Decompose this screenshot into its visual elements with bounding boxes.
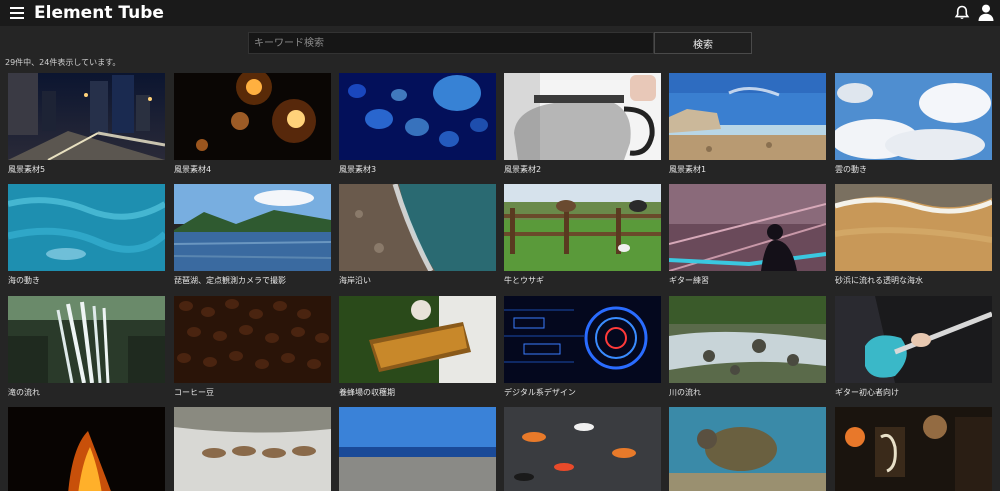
video-thumbnail[interactable] <box>339 184 496 271</box>
video-title: 風景素材5 <box>8 165 46 174</box>
video-card[interactable]: 雲の動き <box>835 73 992 175</box>
video-title: 海岸沿い <box>339 276 371 285</box>
video-thumbnail[interactable] <box>339 296 496 383</box>
video-thumbnail[interactable] <box>504 184 661 271</box>
video-card[interactable] <box>339 407 496 491</box>
video-title: デジタル系デザイン <box>504 388 576 397</box>
video-card[interactable]: 牛とウサギ <box>504 184 661 286</box>
video-title: 琵琶湖、定点観測カメラで撮影 <box>174 276 286 285</box>
video-thumbnail[interactable] <box>174 407 331 491</box>
video-title: 川の流れ <box>669 388 701 397</box>
video-card[interactable] <box>174 407 331 491</box>
video-grid: 風景素材5 風景素材4 風景素材3 風景素材2 風景素材1 雲の動き 海の動き … <box>0 0 1000 491</box>
video-card[interactable] <box>504 407 661 491</box>
video-card[interactable]: 川の流れ <box>669 296 826 398</box>
video-thumbnail[interactable] <box>669 73 826 160</box>
video-thumbnail[interactable] <box>835 73 992 160</box>
video-card[interactable]: コーヒー豆 <box>174 296 331 398</box>
video-card[interactable]: 風景素材2 <box>504 73 661 175</box>
video-thumbnail[interactable] <box>669 407 826 491</box>
video-title: 風景素材3 <box>339 165 377 174</box>
video-card[interactable]: デジタル系デザイン <box>504 296 661 398</box>
video-card[interactable] <box>8 407 165 491</box>
video-thumbnail[interactable] <box>8 296 165 383</box>
video-card[interactable]: 滝の流れ <box>8 296 165 398</box>
video-card[interactable]: 海岸沿い <box>339 184 496 286</box>
video-card[interactable]: 砂浜に流れる透明な海水 <box>835 184 992 286</box>
video-card[interactable]: ギター練習 <box>669 184 826 286</box>
video-title: ギター初心者向け <box>835 388 899 397</box>
video-title: 養蜂場の収穫期 <box>339 388 395 397</box>
video-thumbnail[interactable] <box>835 407 992 491</box>
video-card[interactable] <box>669 407 826 491</box>
video-card[interactable]: 風景素材4 <box>174 73 331 175</box>
video-thumbnail[interactable] <box>8 73 165 160</box>
video-thumbnail[interactable] <box>339 407 496 491</box>
video-title: 砂浜に流れる透明な海水 <box>835 276 923 285</box>
video-thumbnail[interactable] <box>504 296 661 383</box>
video-card[interactable]: 風景素材1 <box>669 73 826 175</box>
video-title: 雲の動き <box>835 165 867 174</box>
video-title: 海の動き <box>8 276 40 285</box>
video-thumbnail[interactable] <box>174 73 331 160</box>
video-card[interactable]: 養蜂場の収穫期 <box>339 296 496 398</box>
video-thumbnail[interactable] <box>835 296 992 383</box>
video-title: 牛とウサギ <box>504 276 544 285</box>
video-card[interactable]: 海の動き <box>8 184 165 286</box>
video-thumbnail[interactable] <box>339 73 496 160</box>
video-thumbnail[interactable] <box>174 184 331 271</box>
video-title: ギター練習 <box>669 276 709 285</box>
video-card[interactable]: 風景素材3 <box>339 73 496 175</box>
video-thumbnail[interactable] <box>835 184 992 271</box>
video-title: 風景素材2 <box>504 165 542 174</box>
video-card[interactable]: 風景素材5 <box>8 73 165 175</box>
video-title: 風景素材4 <box>174 165 212 174</box>
video-thumbnail[interactable] <box>504 73 661 160</box>
video-title: 風景素材1 <box>669 165 707 174</box>
video-card[interactable]: 琵琶湖、定点観測カメラで撮影 <box>174 184 331 286</box>
video-thumbnail[interactable] <box>8 407 165 491</box>
video-thumbnail[interactable] <box>669 184 826 271</box>
video-thumbnail[interactable] <box>174 296 331 383</box>
video-title: コーヒー豆 <box>174 388 214 397</box>
video-thumbnail[interactable] <box>504 407 661 491</box>
video-thumbnail[interactable] <box>669 296 826 383</box>
video-title: 滝の流れ <box>8 388 40 397</box>
video-card[interactable]: ギター初心者向け <box>835 296 992 398</box>
video-card[interactable] <box>835 407 992 491</box>
video-thumbnail[interactable] <box>8 184 165 271</box>
